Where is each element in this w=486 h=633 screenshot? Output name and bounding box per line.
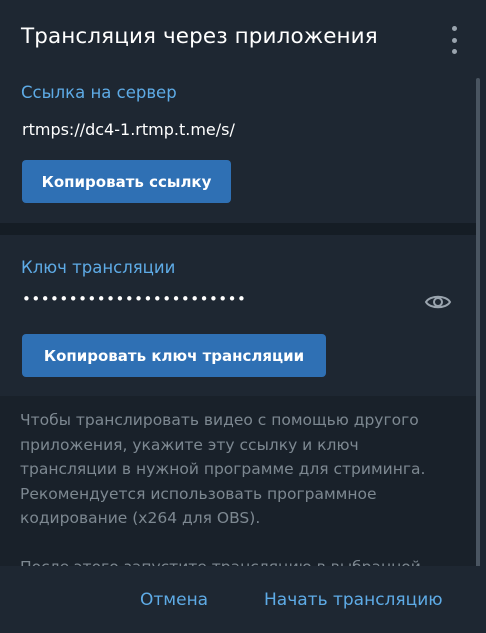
server-url-value: rtmps://dc4-1.rtmp.t.me/s/ — [22, 120, 235, 139]
stream-key-value: •••••••••••••••••••••••• — [22, 290, 247, 308]
dialog-title: Трансляция через приложения — [21, 24, 378, 49]
copy-link-button[interactable]: Копировать ссылку — [22, 160, 231, 203]
stream-dialog: Трансляция через приложения Ссылка на се… — [0, 0, 486, 633]
dialog-footer: Отмена Начать трансляцию — [0, 566, 486, 633]
copy-stream-key-button[interactable]: Копировать ключ трансляции — [22, 334, 326, 377]
info-paragraph: После этого запустите трансляцию в выбра… — [20, 555, 456, 567]
stream-key-label: Ключ трансляции — [21, 258, 176, 277]
eye-icon[interactable] — [424, 292, 452, 312]
more-vertical-icon[interactable] — [445, 26, 463, 54]
info-text-box: Чтобы транслировать видео с помощью друг… — [0, 396, 476, 566]
section-divider — [0, 223, 476, 235]
info-paragraph: Чтобы транслировать видео с помощью друг… — [20, 411, 426, 527]
cancel-button[interactable]: Отмена — [140, 590, 208, 610]
start-stream-button[interactable]: Начать трансляцию — [264, 590, 443, 610]
server-url-label: Ссылка на сервер — [21, 83, 177, 102]
scrollbar[interactable] — [476, 78, 480, 568]
